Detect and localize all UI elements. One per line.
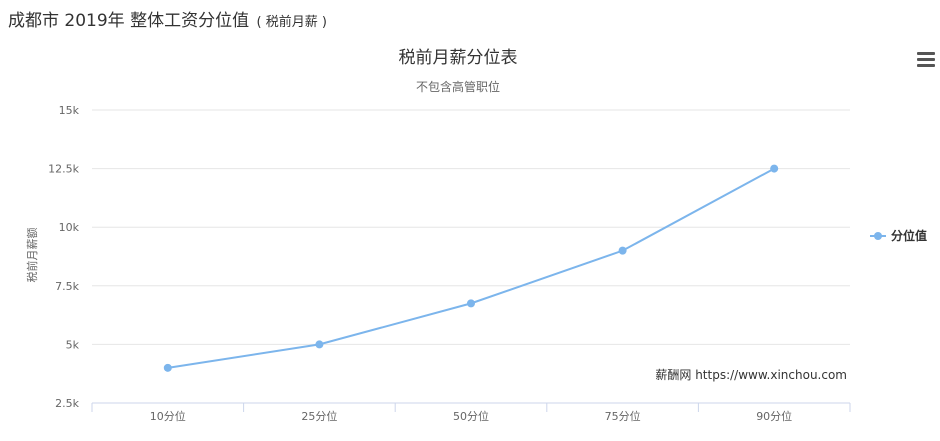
data-point[interactable] xyxy=(467,299,475,308)
data-point[interactable] xyxy=(163,363,172,372)
y-tick-label: 12.5k xyxy=(48,163,79,176)
legend-item-label[interactable]: 分位值 xyxy=(891,228,927,243)
y-axis-label: 税前月薪额 xyxy=(25,228,39,283)
y-tick-label: 7.5k xyxy=(55,280,79,293)
chart-credit[interactable]: 薪酬网 https://www.xinchou.com xyxy=(655,368,847,382)
y-tick-label: 15k xyxy=(59,104,80,117)
data-point[interactable] xyxy=(770,164,779,173)
legend-marker xyxy=(874,232,882,240)
chart: 税前月薪分位表 不包含高管职位 税前月薪额 2.5k 5k 7.5k 10k 12.5k… xyxy=(25,48,927,423)
x-tick-label: 25分位 xyxy=(301,409,337,423)
series-line xyxy=(167,167,775,369)
data-point[interactable] xyxy=(315,340,324,349)
y-tick-label: 5k xyxy=(66,338,80,351)
data-point[interactable] xyxy=(618,246,627,255)
x-tick-label: 90分位 xyxy=(756,409,792,423)
chart-title: 税前月薪分位表 xyxy=(399,48,518,68)
chart-subtitle: 不包含高管职位 xyxy=(416,79,500,94)
legend[interactable]: 分位值 xyxy=(870,228,927,243)
x-tick-label: 50分位 xyxy=(453,409,489,423)
y-tick-label: 2.5k xyxy=(55,397,79,410)
x-tick-label: 75分位 xyxy=(605,409,641,423)
x-tick-label: 10分位 xyxy=(150,409,186,423)
y-tick-label: 10k xyxy=(59,221,80,234)
